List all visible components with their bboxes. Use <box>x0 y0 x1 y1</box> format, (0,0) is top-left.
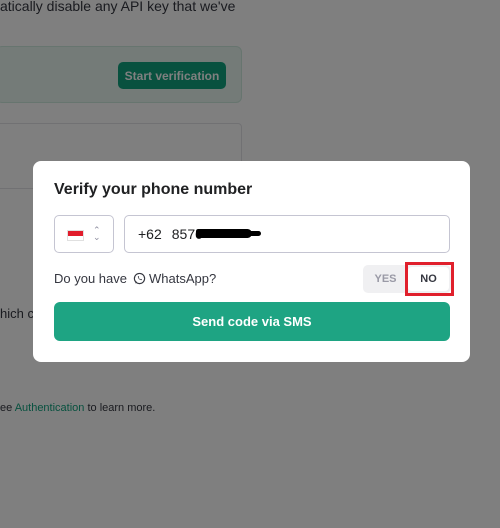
redaction-mark <box>243 231 261 236</box>
whatsapp-question: Do you have WhatsApp? <box>54 271 217 286</box>
verify-phone-dialog: Verify your phone number ⌃ ⌄ +62 8570 Do … <box>33 161 470 362</box>
phone-number-input[interactable]: +62 8570 <box>124 215 450 253</box>
send-code-sms-button[interactable]: Send code via SMS <box>54 302 450 341</box>
up-down-chevron-icon: ⌃ ⌄ <box>93 225 101 242</box>
whatsapp-label: WhatsApp? <box>149 271 217 286</box>
dial-code: +62 <box>138 226 162 242</box>
whatsapp-icon <box>133 272 146 285</box>
whatsapp-yes-option[interactable]: YES <box>365 267 406 291</box>
indonesia-flag-icon <box>67 230 84 241</box>
dialog-title: Verify your phone number <box>54 181 253 198</box>
annotation-highlight-box <box>405 262 454 296</box>
country-code-select[interactable]: ⌃ ⌄ <box>54 215 114 253</box>
